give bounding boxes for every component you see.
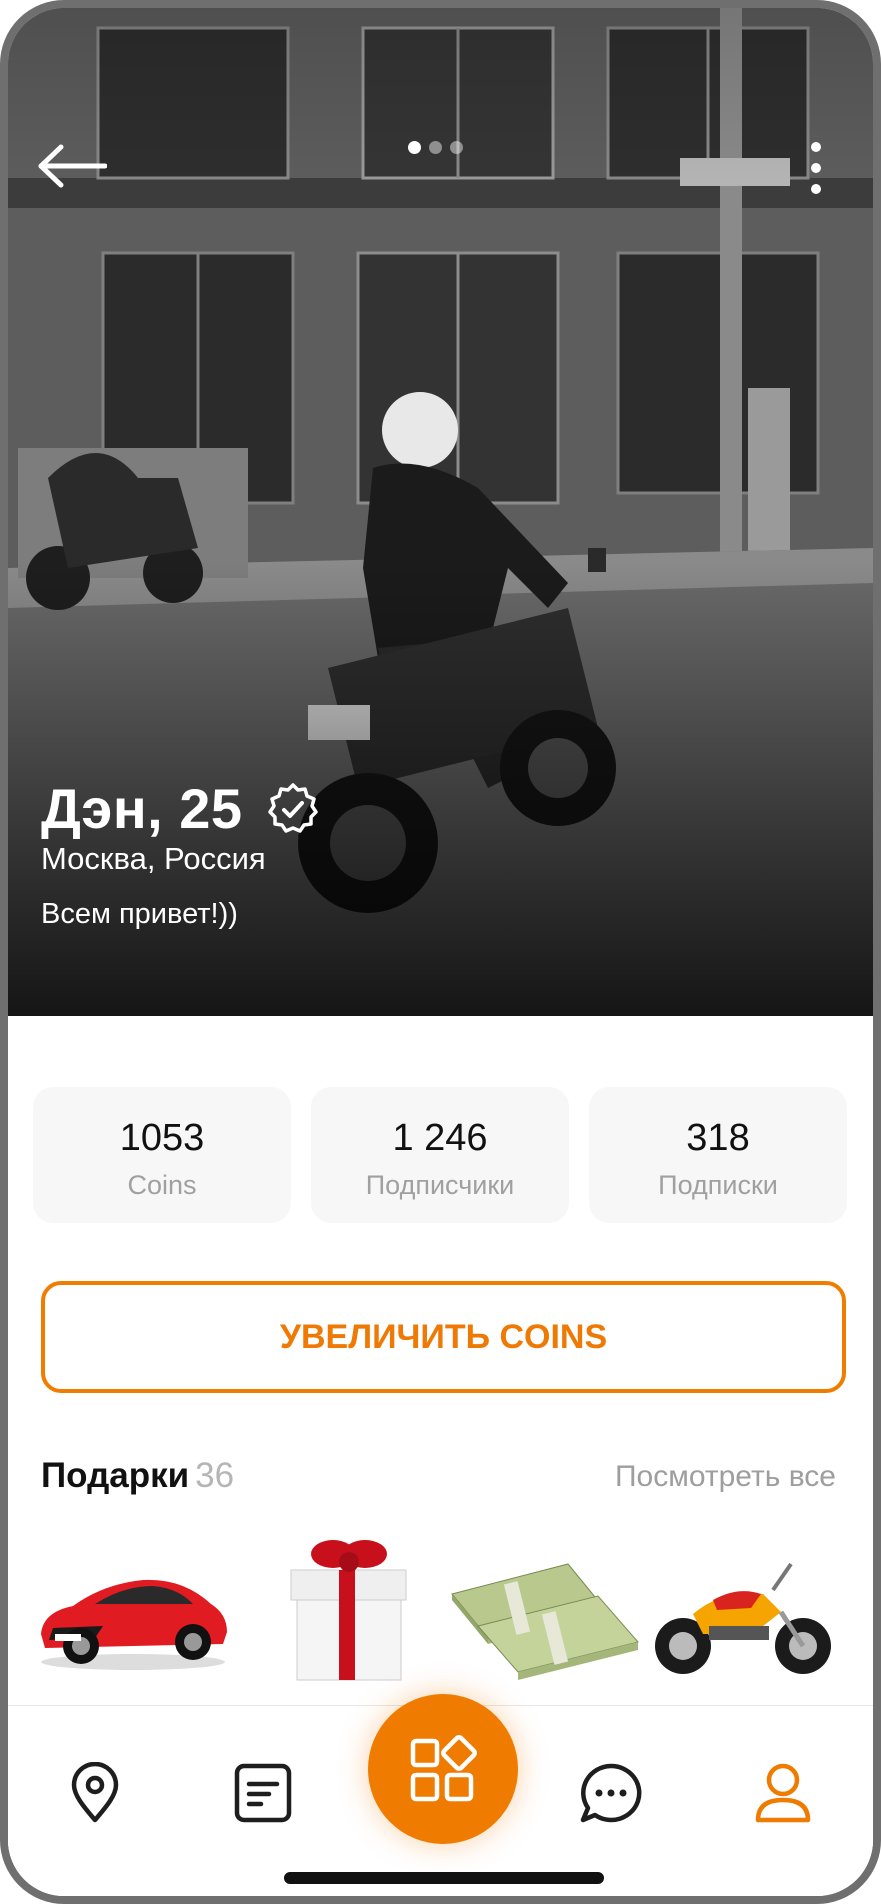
carousel-dot[interactable] [450, 141, 463, 154]
gift-item[interactable] [643, 1534, 843, 1684]
gift-box-icon [290, 1540, 407, 1681]
more-vertical-icon [811, 142, 821, 194]
location-pin-icon [71, 1762, 119, 1823]
chat-icon [580, 1763, 642, 1823]
stat-coins[interactable]: 1053 Coins [33, 1087, 291, 1223]
gift-item[interactable] [33, 1534, 233, 1684]
back-button[interactable] [32, 136, 112, 196]
stat-followers[interactable]: 1 246 Подписчики [311, 1087, 569, 1223]
see-all-link[interactable]: Посмотреть все [615, 1460, 836, 1494]
profile-location: Москва, Россия [41, 841, 266, 876]
more-options-button[interactable] [796, 133, 836, 203]
gift-item[interactable] [263, 1534, 463, 1684]
stat-label: Coins [127, 1170, 197, 1200]
stat-value: 1053 [119, 1117, 205, 1159]
stat-value: 318 [686, 1117, 750, 1159]
stat-following[interactable]: 318 Подписки [589, 1087, 847, 1223]
feed-icon [234, 1763, 292, 1823]
carousel-dot[interactable] [429, 141, 442, 154]
nav-feed[interactable] [228, 1758, 298, 1828]
arrow-left-icon [38, 144, 107, 188]
gifts-title-label: Подарки [41, 1456, 190, 1495]
profile-photo[interactable]: Дэн, 25 Москва, Россия Всем привет!)) [8, 8, 873, 1016]
apps-grid-icon [410, 1735, 477, 1802]
car-gift-icon [41, 1579, 227, 1670]
money-stack-icon [451, 1563, 639, 1680]
profile-icon [755, 1763, 811, 1823]
stat-value: 1 246 [392, 1117, 488, 1159]
gift-item[interactable] [448, 1534, 648, 1684]
carousel-dot[interactable] [408, 141, 421, 154]
nav-apps-button[interactable] [368, 1694, 518, 1844]
gifts-count: 36 [195, 1456, 235, 1495]
gifts-title: Подарки 36 [41, 1456, 234, 1496]
nav-profile[interactable] [748, 1758, 818, 1828]
phone-frame: Дэн, 25 Москва, Россия Всем привет!)) 10… [0, 0, 881, 1904]
profile-name-row: Дэн, 25 [41, 776, 321, 841]
motorcycle-gift-icon [655, 1562, 831, 1674]
stat-label: Подписки [658, 1170, 778, 1200]
carousel-indicator [408, 141, 463, 154]
verified-badge-icon [267, 782, 318, 833]
profile-name: Дэн, 25 [41, 777, 243, 840]
stat-label: Подписчики [365, 1170, 515, 1200]
home-indicator[interactable] [284, 1872, 604, 1884]
nav-map[interactable] [60, 1758, 130, 1828]
nav-chat[interactable] [576, 1758, 646, 1828]
profile-screen: Дэн, 25 Москва, Россия Всем привет!)) 10… [8, 8, 873, 1896]
increase-coins-button[interactable]: УВЕЛИЧИТЬ COINS [41, 1281, 846, 1393]
profile-status: Всем привет!)) [41, 898, 238, 930]
